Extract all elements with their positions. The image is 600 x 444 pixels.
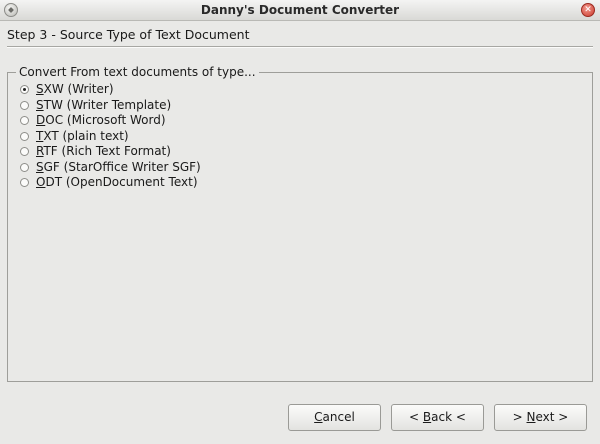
radio-button-sgf[interactable] <box>20 162 29 172</box>
mnemonic-char: B <box>422 410 432 424</box>
cancel-button[interactable]: Cancel <box>288 404 381 431</box>
button-prefix: < <box>409 410 423 424</box>
label-text: OC (Microsoft Word) <box>45 113 166 127</box>
label-text: XW (Writer) <box>43 82 114 96</box>
button-label: ack < <box>431 410 466 424</box>
mnemonic-char: S <box>36 159 44 174</box>
radio-label-odt[interactable]: ODT (OpenDocument Text) <box>36 175 198 190</box>
mnemonic-char: D <box>36 113 46 127</box>
mnemonic-char: C <box>314 410 323 424</box>
radio-button-odt[interactable] <box>20 178 29 187</box>
radio-label-sgf[interactable]: SGF (StarOffice Writer SGF) <box>36 160 201 175</box>
label-text: TF (Rich Text Format) <box>43 144 171 158</box>
next-button[interactable]: > Next > <box>494 404 587 431</box>
group-legend: Convert From text documents of type... <box>16 65 259 79</box>
mnemonic-char: N <box>526 410 536 424</box>
button-label: ext > <box>535 410 569 424</box>
radio-button-sxw[interactable] <box>20 85 29 94</box>
radio-label-sxw[interactable]: SXW (Writer) <box>36 82 114 97</box>
label-text: GF (StarOffice Writer SGF) <box>43 159 201 174</box>
title-bar[interactable]: Danny's Document Converter ✕ <box>0 0 600 21</box>
radio-label-stw[interactable]: STW (Writer Template) <box>36 98 171 113</box>
mnemonic-char: S <box>36 82 44 96</box>
mnemonic-char: S <box>36 97 44 112</box>
label-text: TW (Writer Template) <box>43 97 172 112</box>
label-text: DT (OpenDocument Text) <box>45 175 198 189</box>
header-separator <box>7 46 593 48</box>
radio-button-stw[interactable] <box>20 100 29 110</box>
button-label: ancel <box>322 410 355 424</box>
radio-button-txt[interactable] <box>20 131 29 141</box>
radio-label-doc[interactable]: DOC (Microsoft Word) <box>36 113 166 128</box>
label-text: XT (plain text) <box>43 128 129 143</box>
radio-button-doc[interactable] <box>20 116 29 125</box>
radio-label-txt[interactable]: TXT (plain text) <box>36 129 129 144</box>
radio-button-rtf[interactable] <box>20 147 29 156</box>
back-button[interactable]: < Back < <box>391 404 484 431</box>
button-prefix: > <box>512 410 527 424</box>
step-title: Step 3 - Source Type of Text Document <box>7 27 250 42</box>
close-icon[interactable]: ✕ <box>581 3 595 17</box>
window-title: Danny's Document Converter <box>200 3 400 17</box>
radio-label-rtf[interactable]: RTF (Rich Text Format) <box>36 144 171 159</box>
converter-window: Danny's Document Converter ✕ Step 3 - So… <box>0 0 600 444</box>
close-glyph: ✕ <box>584 5 592 15</box>
